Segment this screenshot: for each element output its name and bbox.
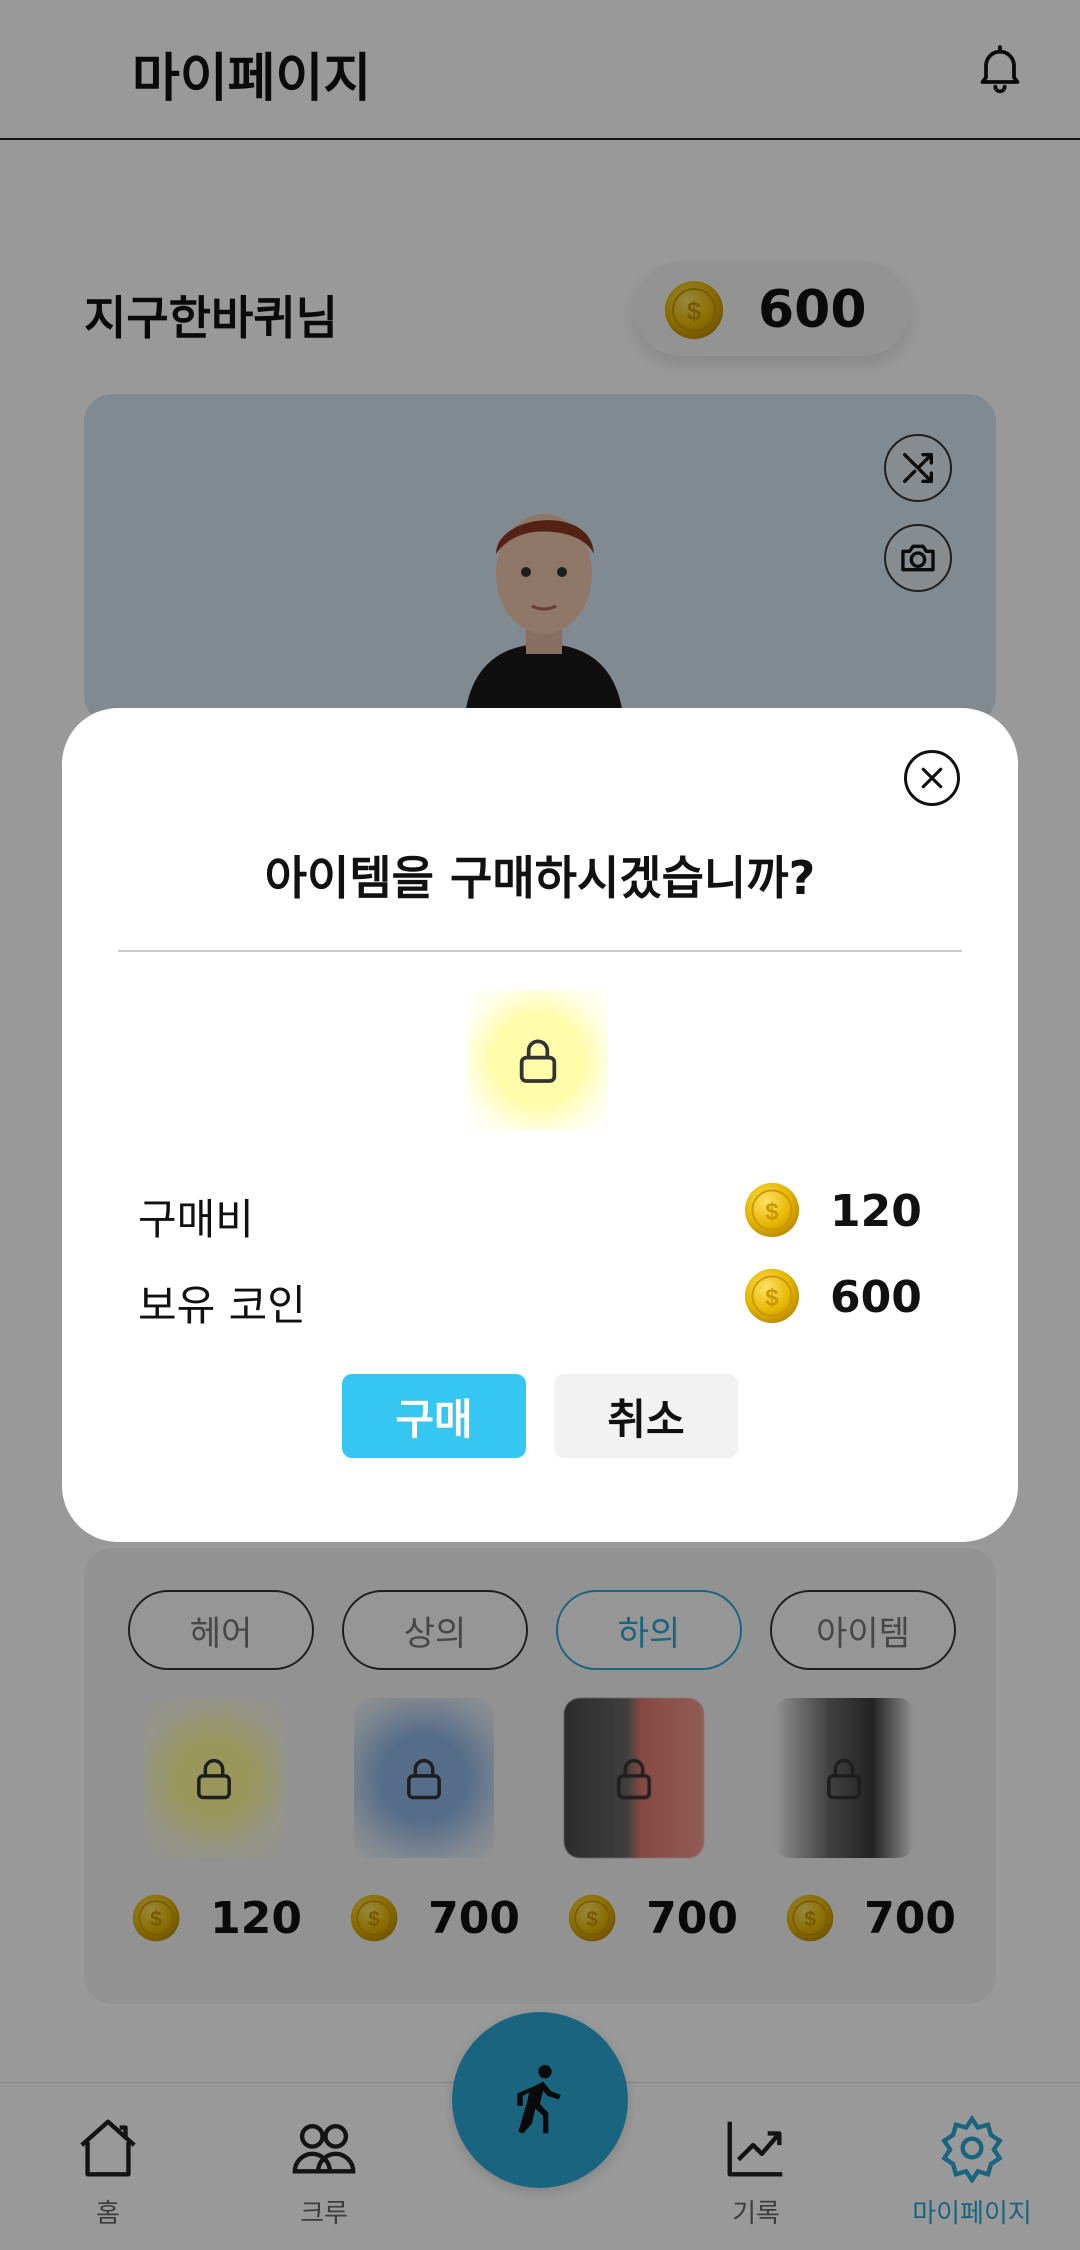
item-preview <box>468 990 608 1130</box>
close-button[interactable] <box>904 750 960 806</box>
owned-label: 보유 코인 <box>138 1281 306 1330</box>
owned-coins-row: 보유 코인 $ 600 <box>138 1264 938 1334</box>
svg-text:$: $ <box>765 1198 779 1225</box>
lock-icon <box>519 1039 557 1083</box>
coin-icon: $ <box>744 1268 800 1324</box>
svg-text:$: $ <box>765 1284 779 1311</box>
cost-value: 120 <box>830 1186 922 1237</box>
close-icon <box>921 767 943 789</box>
divider <box>118 950 962 952</box>
cost-label: 구매비 <box>138 1195 254 1244</box>
purchase-cost-row: 구매비 $ 120 <box>138 1178 938 1248</box>
coin-icon: $ <box>744 1182 800 1238</box>
dialog-question: 아이템을 구매하시겠습니까? <box>264 851 816 905</box>
owned-value: 600 <box>830 1272 922 1323</box>
cancel-button[interactable]: 취소 <box>554 1374 738 1458</box>
purchase-dialog: 아이템을 구매하시겠습니까? 구매비 $ 120 보유 코인 $ 600 구매 … <box>62 708 1018 1542</box>
buy-button[interactable]: 구매 <box>342 1374 526 1458</box>
